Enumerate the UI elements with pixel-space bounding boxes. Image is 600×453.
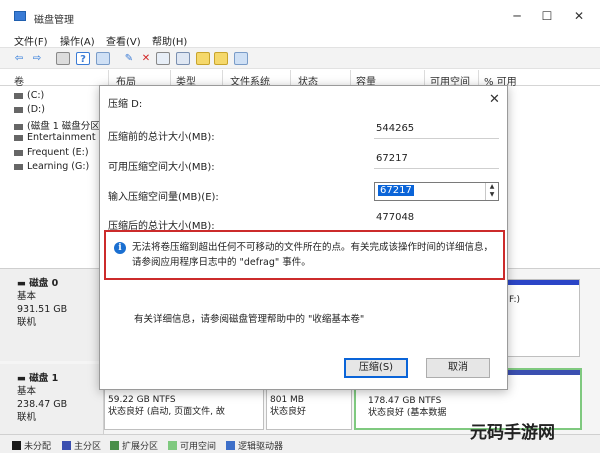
spin-down-icon[interactable]: ▼	[486, 191, 498, 199]
dialog-close-icon[interactable]: ✕	[489, 92, 500, 107]
disk-1-name: ▬ 磁盘 1	[17, 373, 59, 384]
table-row[interactable]: Learning (G:)	[14, 161, 89, 175]
back-icon[interactable]: ⇦	[12, 52, 26, 65]
legend-free-space: 可用空间	[168, 439, 216, 452]
connect-icon[interactable]: ✎	[122, 52, 136, 65]
legend-logical-drive: 逻辑驱动器	[226, 439, 283, 452]
watermark-logo: 元码手游网	[470, 423, 555, 443]
total-before-label: 压缩前的总计大小(MB):	[108, 132, 215, 143]
window-title: 磁盘管理	[34, 15, 74, 26]
disk-0-type: 基本	[17, 291, 37, 302]
spin-up-icon[interactable]: ▲	[486, 183, 498, 191]
table-row[interactable]: (C:)	[14, 90, 44, 104]
table-row[interactable]: Entertainment (F	[14, 132, 108, 146]
disk-0-partition[interactable]: F:)	[505, 279, 580, 357]
shrink-amount-label: 输入压缩空间量(MB)(E):	[108, 192, 219, 203]
volume-icon	[14, 163, 23, 170]
check-icon[interactable]	[156, 52, 170, 65]
table-row[interactable]: Frequent (E:)	[14, 147, 89, 161]
disk-1-type: 基本	[17, 386, 37, 397]
volume-icon	[14, 106, 23, 113]
disk-icon[interactable]	[176, 52, 190, 65]
menu-bar: 文件(F) 操作(A) 查看(V) 帮助(H)	[0, 30, 600, 48]
forward-icon[interactable]: ⇨	[30, 52, 44, 65]
shrink-amount-spinner[interactable]: ▲ ▼	[485, 183, 498, 200]
shrink-amount-value: 67217	[378, 185, 414, 196]
toolbar: ⇦ ⇨ ? ✎ ✕	[0, 47, 600, 69]
cancel-button[interactable]: 取消	[426, 358, 490, 378]
menu-file[interactable]: 文件(F)	[14, 33, 48, 48]
disk-1-label[interactable]: ▬ 磁盘 1 基本 238.47 GB 联机	[0, 364, 104, 435]
volume-icon	[14, 149, 23, 156]
volume-table-header: 卷 布局 类型 文件系统 状态 容量 可用空间 % 可用	[0, 70, 600, 88]
disk-0-size: 931.51 GB	[17, 304, 68, 315]
menu-view[interactable]: 查看(V)	[106, 33, 141, 48]
menu-action[interactable]: 操作(A)	[60, 33, 95, 48]
disk-1-size: 238.47 GB	[17, 399, 68, 410]
maximize-button[interactable]: ☐	[536, 8, 558, 24]
table-row[interactable]: (磁盘 1 磁盘分区 1)	[14, 118, 113, 132]
help-text: 有关详细信息，请参阅磁盘管理帮助中的 "收缩基本卷"	[134, 314, 365, 325]
compress-button[interactable]: 压缩(S)	[344, 358, 408, 378]
total-before-value: 544265	[374, 122, 499, 139]
close-button[interactable]: ✕	[568, 8, 590, 24]
folder-icon[interactable]	[196, 52, 210, 65]
shrink-amount-input[interactable]: 67217 ▲ ▼	[374, 182, 499, 201]
open-folder-icon[interactable]	[214, 52, 228, 65]
volume-icon	[14, 134, 23, 141]
title-bar: 磁盘管理 ─ ☐ ✕	[0, 0, 600, 30]
shrink-dialog: 压缩 D: ✕ 压缩前的总计大小(MB): 544265 可用压缩空间大小(MB…	[99, 85, 508, 390]
view-icon[interactable]	[234, 52, 248, 65]
disk-0-label[interactable]: ▬ 磁盘 0 基本 931.51 GB 联机	[0, 269, 104, 361]
help-icon[interactable]: ?	[76, 52, 90, 65]
available-shrink-value: 67217	[374, 152, 499, 169]
warning-text: 无法将卷压缩到超出任何不可移动的文件所在的点。有关完成该操作时间的详细信息，请参…	[132, 242, 494, 268]
menu-help[interactable]: 帮助(H)	[152, 33, 187, 48]
warning-box: i 无法将卷压缩到超出任何不可移动的文件所在的点。有关完成该操作时间的详细信息，…	[104, 230, 505, 280]
available-shrink-label: 可用压缩空间大小(MB):	[108, 162, 215, 173]
disk-0-name: ▬ 磁盘 0	[17, 278, 59, 289]
disk-1-status: 联机	[17, 412, 37, 423]
info-icon: i	[114, 242, 126, 254]
table-row[interactable]: (D:)	[14, 104, 45, 118]
delete-icon[interactable]: ✕	[139, 52, 153, 65]
volume-icon	[14, 92, 23, 99]
dialog-title: 压缩 D:	[108, 99, 143, 110]
properties-icon[interactable]	[56, 52, 70, 65]
col-volume[interactable]: 卷	[14, 73, 24, 88]
legend-primary: 主分区	[62, 439, 101, 452]
legend-extended: 扩展分区	[110, 439, 158, 452]
partition-color-bar	[506, 280, 579, 285]
total-after-value: 477048	[376, 212, 415, 223]
disk-management-icon	[14, 11, 26, 21]
legend-unallocated: 未分配	[12, 439, 51, 452]
disk-0-status: 联机	[17, 317, 37, 328]
volume-icon	[14, 123, 23, 130]
console-tree-icon[interactable]	[96, 52, 110, 65]
minimize-button[interactable]: ─	[506, 8, 528, 24]
